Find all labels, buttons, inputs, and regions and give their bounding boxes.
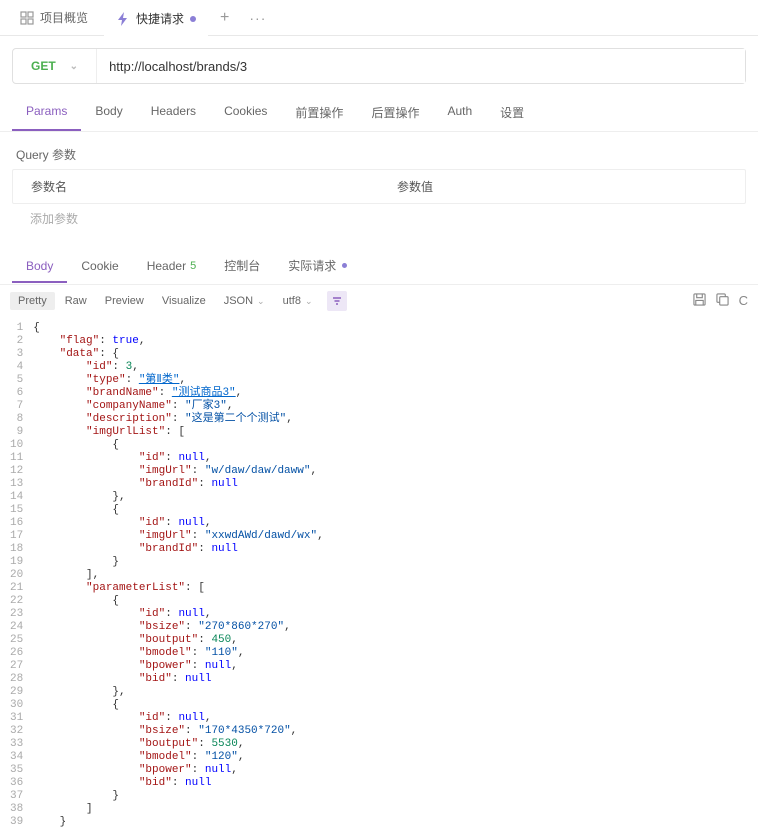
add-param-row[interactable]: 添加参数 — [12, 204, 746, 233]
subtab-post-request[interactable]: 后置操作 — [357, 96, 433, 131]
line-numbers-gutter: 1234567891011121314151617181920212223242… — [0, 321, 33, 828]
request-sub-tabs: Params Body Headers Cookies 前置操作 后置操作 Au… — [0, 96, 758, 132]
subtab-params[interactable]: Params — [12, 96, 81, 131]
query-params-title: Query 参数 — [12, 140, 746, 169]
subtab-pre-request[interactable]: 前置操作 — [281, 96, 357, 131]
tabs-overflow-button[interactable]: ··· — [241, 10, 274, 26]
lightning-icon — [116, 12, 130, 26]
chevron-down-icon: ⌄ — [257, 296, 265, 307]
indicator-dot — [342, 263, 347, 268]
subtab-headers[interactable]: Headers — [137, 96, 210, 131]
expand-icon[interactable]: C — [739, 293, 748, 309]
response-actions: C — [693, 293, 748, 309]
param-name-header: 参数名 — [13, 170, 379, 203]
query-params-section: Query 参数 参数名 参数值 添加参数 — [0, 132, 758, 241]
url-input[interactable] — [97, 49, 745, 83]
new-tab-button[interactable]: + — [212, 9, 237, 27]
format-pretty[interactable]: Pretty — [10, 292, 55, 310]
subtab-settings[interactable]: 设置 — [486, 96, 538, 131]
resp-tab-actual-request[interactable]: 实际请求 — [274, 249, 361, 284]
format-raw[interactable]: Raw — [57, 292, 95, 310]
encoding-select[interactable]: utf8⌄ — [275, 292, 321, 310]
json-body: { "flag": true, "data": { "id": 3, "type… — [33, 321, 758, 828]
filter-icon[interactable] — [327, 291, 347, 311]
dirty-indicator — [190, 16, 196, 22]
param-table-header: 参数名 参数值 — [12, 169, 746, 204]
subtab-cookies[interactable]: Cookies — [210, 96, 281, 131]
format-visualize[interactable]: Visualize — [154, 292, 214, 310]
request-bar: GET ⌄ — [12, 48, 746, 84]
header-count-badge: 5 — [190, 260, 196, 272]
http-method-select[interactable]: GET ⌄ — [13, 49, 97, 83]
tab-project-overview[interactable]: 项目概览 — [8, 0, 100, 36]
subtab-body[interactable]: Body — [81, 96, 136, 131]
resp-tab-body[interactable]: Body — [12, 251, 67, 283]
param-value-header: 参数值 — [379, 170, 745, 203]
grid-icon — [20, 11, 34, 25]
tab-label: 项目概览 — [40, 9, 88, 26]
response-code-viewer[interactable]: 1234567891011121314151617181920212223242… — [0, 317, 758, 832]
copy-icon[interactable] — [716, 293, 729, 309]
tab-quick-request[interactable]: 快捷请求 — [104, 0, 208, 36]
chevron-down-icon: ⌄ — [70, 61, 78, 72]
top-tabs-bar: 项目概览 快捷请求 + ··· — [0, 0, 758, 36]
save-icon[interactable] — [693, 293, 706, 309]
resp-tab-cookie[interactable]: Cookie — [67, 251, 132, 283]
content-type-select[interactable]: JSON⌄ — [216, 292, 273, 310]
response-tabs: Body Cookie Header5 控制台 实际请求 — [0, 249, 758, 285]
method-label: GET — [31, 59, 56, 73]
resp-tab-header[interactable]: Header5 — [133, 251, 210, 283]
format-preview[interactable]: Preview — [97, 292, 152, 310]
tab-label: 快捷请求 — [136, 10, 184, 27]
chevron-down-icon: ⌄ — [305, 296, 313, 307]
subtab-auth[interactable]: Auth — [433, 96, 486, 131]
resp-tab-console[interactable]: 控制台 — [210, 249, 274, 284]
response-format-bar: Pretty Raw Preview Visualize JSON⌄ utf8⌄… — [0, 285, 758, 317]
